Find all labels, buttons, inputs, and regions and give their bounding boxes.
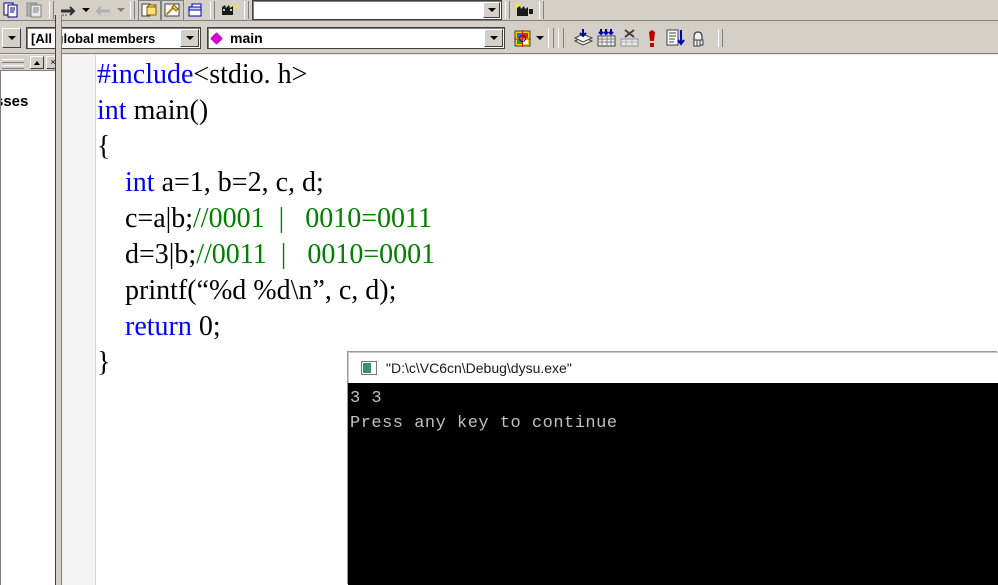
toolbar-separator-5 [505, 1, 510, 19]
toolbar-separator-1 [49, 1, 54, 19]
symbol-combo-dropdown-arrow-icon[interactable] [484, 29, 503, 47]
wizardbar-toolbar: [All global members main [0, 21, 998, 54]
workspace-caption-bar: × [0, 55, 62, 70]
members-combo-dropdown-arrow-icon[interactable] [180, 29, 199, 47]
find-in-files-icon[interactable] [513, 0, 536, 21]
code-token: int [125, 167, 155, 198]
code-token: 0; [191, 311, 221, 342]
new-workspace-icon[interactable] [138, 0, 161, 21]
copy-icon[interactable] [0, 0, 23, 21]
console-output-line: Press any key to continue [350, 414, 618, 433]
toolbar-separator-3 [210, 1, 215, 19]
code-token: d=3|b; [97, 239, 197, 270]
console-app-icon [361, 361, 377, 375]
redo-dropdown-arrow-icon[interactable] [115, 0, 127, 21]
find-combo[interactable] [252, 0, 502, 20]
code-token: } [97, 347, 111, 378]
toolbar-separator-6 [539, 1, 544, 19]
code-token: printf(“%d %d\n”, c, d); [97, 275, 397, 306]
code-token: { [97, 131, 111, 162]
toolbar-separator-2 [130, 1, 135, 19]
workspace-grip-lines-icon [2, 59, 24, 69]
class-combo-dropdown-arrow-icon[interactable] [2, 28, 21, 48]
console-output-line: 3 3 [350, 389, 383, 408]
members-combo[interactable]: [All global members [26, 27, 201, 49]
bookmark-icon[interactable] [511, 28, 534, 49]
members-combo-value[interactable]: [All global members [27, 31, 180, 46]
console-window[interactable]: "D:\c\VC6cn\Debug\dysu.exe" 3 3 Press any… [348, 352, 998, 585]
stop-build-icon[interactable] [618, 28, 641, 49]
workspace-splitter[interactable] [55, 15, 62, 585]
compile-icon[interactable] [572, 28, 595, 49]
paste-icon[interactable] [23, 0, 46, 21]
standard-toolbar [0, 0, 998, 21]
workspace-minimize-button[interactable] [30, 56, 44, 69]
toolbar-separator-4 [244, 1, 249, 19]
bookmark-dropdown-arrow-icon[interactable] [534, 28, 546, 49]
vc6-ide-window: [All global members main × ses #include<… [0, 0, 998, 585]
code-token: return [125, 311, 192, 342]
insert-breakpoint-icon[interactable] [687, 28, 710, 49]
code-token: //0011 | 0010=0001 [196, 239, 436, 270]
workspace-tree[interactable]: sses [0, 70, 55, 585]
editor-gutter[interactable] [63, 55, 96, 585]
edit-tool-icon[interactable] [161, 0, 184, 21]
code-token: c=a|b; [97, 203, 194, 234]
redo-icon[interactable] [92, 0, 115, 21]
workspace-tab-label[interactable]: sses [1, 93, 28, 110]
go-icon[interactable] [664, 28, 687, 49]
magenta-diamond-icon [210, 31, 223, 45]
code-token: #include [97, 59, 194, 90]
execute-icon[interactable] [641, 28, 664, 49]
symbol-combo[interactable]: main [207, 27, 505, 49]
source-code[interactable]: #include<stdio. h> int main() { int a=1,… [97, 57, 997, 381]
code-token: <stdio. h> [193, 59, 308, 90]
find-combo-dropdown-arrow-icon[interactable] [483, 2, 500, 18]
code-token: main() [126, 95, 209, 126]
undo-dropdown-arrow-icon[interactable] [80, 0, 92, 21]
window-icon[interactable] [184, 0, 207, 21]
symbol-combo-value[interactable]: main [226, 30, 484, 46]
toolbar-grip-2[interactable] [558, 28, 564, 48]
find-symbol-icon[interactable] [218, 0, 241, 21]
console-title-bar[interactable]: "D:\c\VC6cn\Debug\dysu.exe" [348, 352, 998, 383]
code-token: int [97, 95, 127, 126]
workspace-pane: × sses [0, 55, 62, 585]
console-title-text: "D:\c\VC6cn\Debug\dysu.exe" [386, 360, 572, 376]
code-token: //0001 | 0010=0011 [193, 203, 432, 234]
code-token: a=1, b=2, c, d; [154, 167, 324, 198]
toolbar-grip[interactable] [548, 28, 554, 48]
build-icon[interactable] [595, 28, 618, 49]
console-output[interactable]: 3 3 Press any key to continue [348, 383, 998, 585]
toolbar-separator-7 [718, 29, 723, 47]
